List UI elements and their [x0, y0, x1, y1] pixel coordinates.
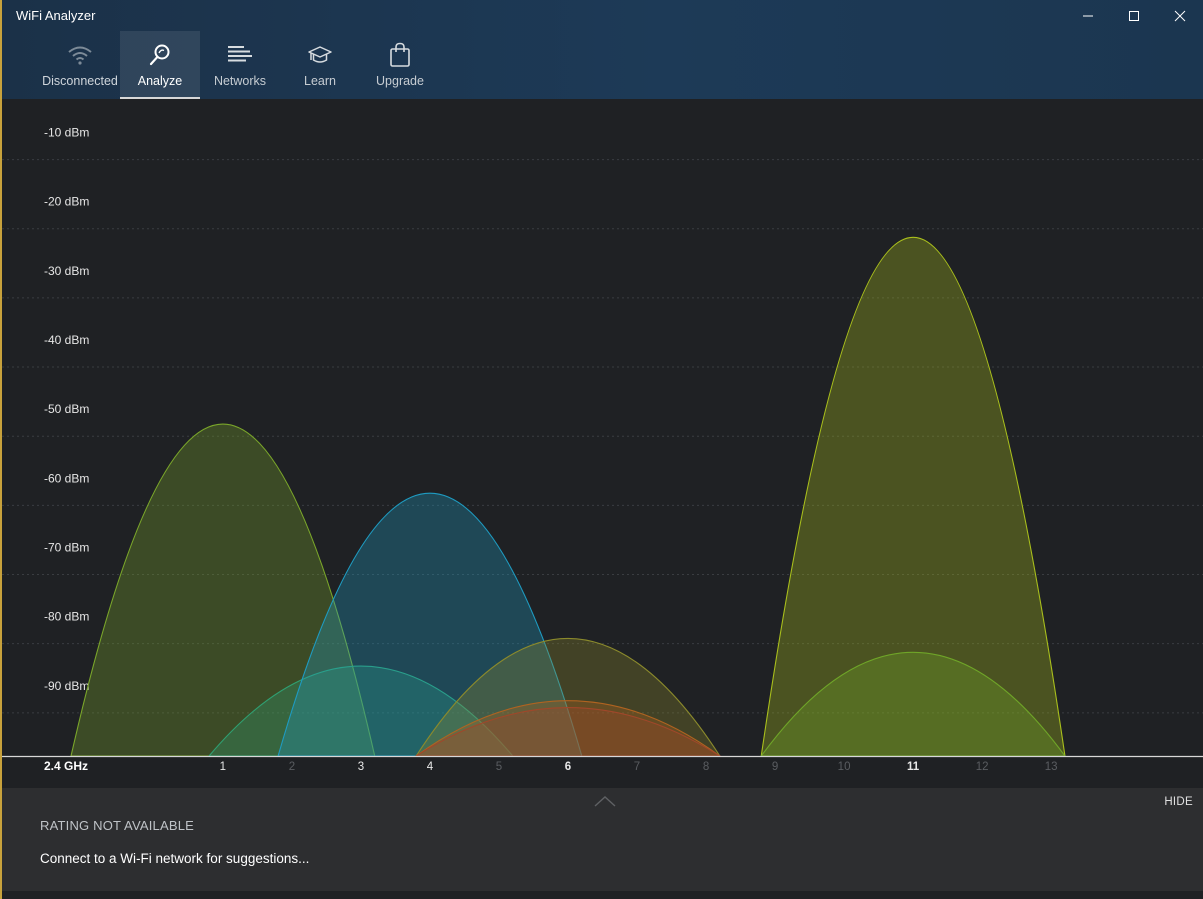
- x-axis-channel-label: 11: [907, 761, 920, 773]
- shopping-bag-icon: [387, 42, 413, 68]
- minimize-button[interactable]: [1065, 0, 1111, 32]
- nav-item-networks[interactable]: Networks: [200, 31, 280, 99]
- nav-item-upgrade[interactable]: Upgrade: [360, 31, 440, 99]
- header-bar: WiFi Analyzer Disconnected Analyze Netwo…: [2, 0, 1203, 99]
- nav-item-analyze[interactable]: Analyze: [120, 31, 200, 99]
- signal-chart-svg: -10 dBm -20 dBm -30 dBm -40 dBm -50 dBm -60 d…: [2, 99, 1203, 789]
- maximize-icon: [1129, 11, 1139, 21]
- y-axis-label: -20 dBm: [44, 195, 89, 209]
- close-icon: [1174, 10, 1186, 22]
- x-axis-channel-label: 9: [772, 761, 778, 773]
- y-axis-label: -30 dBm: [44, 264, 89, 278]
- wifi-icon: [67, 42, 93, 68]
- rating-status: RATING NOT AVAILABLE: [40, 818, 195, 833]
- maximize-button[interactable]: [1111, 0, 1157, 32]
- rating-panel: HIDE RATING NOT AVAILABLE Connect to a W…: [2, 788, 1203, 891]
- nav-label-networks: Networks: [213, 74, 267, 88]
- signal-chart: -10 dBm -20 dBm -30 dBm -40 dBm -50 dBm -60 d…: [2, 99, 1203, 789]
- x-axis-channel-label: 5: [496, 761, 502, 773]
- x-axis-channel-label: 3: [358, 761, 364, 773]
- nav-label-disconnected: Disconnected: [42, 74, 118, 88]
- chevron-up-icon[interactable]: [594, 794, 616, 812]
- hide-panel-button[interactable]: HIDE: [1164, 796, 1193, 808]
- x-axis-channel-label: 12: [976, 761, 989, 773]
- nav-label-learn: Learn: [304, 74, 336, 88]
- nav-label-upgrade: Upgrade: [376, 74, 424, 88]
- bottom-strip: [2, 891, 1203, 899]
- y-axis-label: -80 dBm: [44, 610, 89, 624]
- y-axis-label: -90 dBm: [44, 679, 89, 693]
- y-axis-label: -60 dBm: [44, 471, 89, 485]
- x-axis-channel-label: 2: [289, 761, 295, 773]
- y-axis-label: -50 dBm: [44, 402, 89, 416]
- x-axis-channel-label: 7: [634, 761, 640, 773]
- networks-icon: [227, 42, 253, 68]
- app-window: WiFi Analyzer Disconnected Analyze Netwo…: [0, 0, 1203, 899]
- graduation-cap-icon: [307, 42, 333, 68]
- y-axis-label: -40 dBm: [44, 333, 89, 347]
- window-title: WiFi Analyzer: [16, 8, 96, 23]
- x-axis-channel-label: 4: [427, 761, 434, 773]
- y-axis-label: -70 dBm: [44, 541, 89, 555]
- band-label: 2.4 GHz: [44, 759, 88, 773]
- x-axis-channel-label: 13: [1045, 761, 1058, 773]
- y-axis-label: -10 dBm: [44, 126, 89, 140]
- x-axis-channel-label: 10: [838, 761, 851, 773]
- x-axis-channel-label: 6: [565, 761, 571, 773]
- suggestion-text: Connect to a Wi-Fi network for suggestio…: [40, 851, 310, 866]
- nav-bar: Disconnected Analyze Networks Learn Upgr…: [40, 31, 440, 99]
- nav-item-disconnected[interactable]: Disconnected: [40, 31, 120, 99]
- x-axis-channel-label: 8: [703, 761, 709, 773]
- analyze-icon: [147, 42, 173, 68]
- nav-item-learn[interactable]: Learn: [280, 31, 360, 99]
- x-axis-channel-label: 1: [220, 761, 226, 773]
- close-button[interactable]: [1157, 0, 1203, 32]
- nav-label-analyze: Analyze: [137, 74, 183, 88]
- window-controls: [1065, 0, 1203, 32]
- minimize-icon: [1083, 15, 1093, 17]
